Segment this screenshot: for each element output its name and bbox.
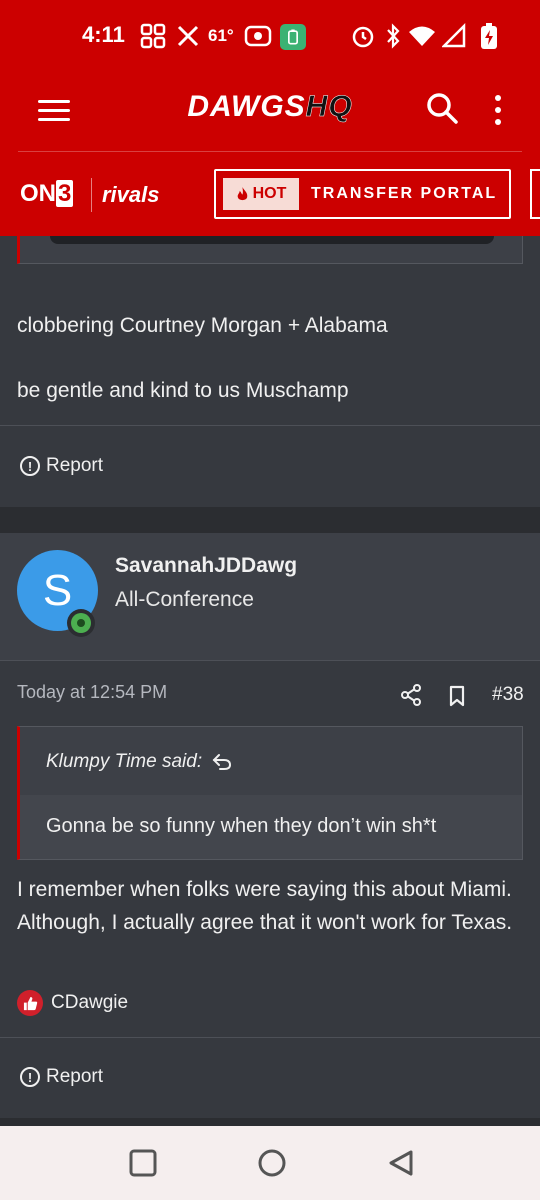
- system-nav-bar: [0, 1126, 540, 1200]
- online-status-icon: [67, 609, 95, 637]
- transfer-portal-button[interactable]: HOT TRANSFER PORTAL: [214, 169, 511, 219]
- quote-header[interactable]: Klumpy Time said:: [46, 751, 232, 773]
- post-number[interactable]: #38: [492, 684, 524, 706]
- alert-circle-icon: !: [20, 1067, 40, 1087]
- post-user-block: S SavannahJDDawg All-Conference: [0, 533, 540, 660]
- flame-icon: [237, 186, 247, 200]
- post-body: I remember when folks were saying this a…: [17, 878, 513, 934]
- wifi-icon: [409, 26, 435, 46]
- battery-charging-icon: [481, 23, 497, 49]
- post-separator: [0, 507, 540, 533]
- post-date[interactable]: Today at 12:54 PM: [17, 682, 167, 703]
- alert-circle-icon: !: [20, 456, 40, 476]
- back-icon[interactable]: [386, 1148, 416, 1178]
- on3-prefix: ON: [20, 180, 56, 207]
- partner-separator: [91, 178, 92, 212]
- logo-text: DAWGS: [187, 90, 306, 123]
- report-label: Report: [46, 455, 104, 476]
- more-vert-icon[interactable]: [486, 88, 510, 132]
- home-icon[interactable]: [257, 1148, 287, 1178]
- quote-block: Klumpy Time said: Gonna be so funny when…: [17, 726, 523, 860]
- report-label: Report: [46, 1066, 104, 1087]
- bluetooth-icon: [387, 23, 400, 49]
- x-logo-icon: [177, 25, 199, 47]
- grid-apps-icon: [140, 23, 166, 49]
- user-title: All-Conference: [115, 588, 254, 611]
- recents-icon[interactable]: [128, 1148, 158, 1178]
- jump-to-quote-icon[interactable]: [212, 753, 232, 771]
- app-header: DAWGSHQ: [0, 72, 540, 152]
- reaction-summary[interactable]: CDawgie: [17, 990, 128, 1016]
- hot-label: HOT: [252, 185, 287, 202]
- post-separator: [0, 1118, 540, 1126]
- reaction-user: CDawgie: [51, 992, 129, 1013]
- alarm-icon: [352, 26, 374, 48]
- share-icon[interactable]: [400, 684, 422, 706]
- rivals-logo[interactable]: rivals: [102, 182, 160, 208]
- report-link[interactable]: ! Report: [20, 455, 103, 477]
- divider: [0, 425, 540, 426]
- post-body-line: clobbering Courtney Morgan + Alabama: [17, 314, 388, 337]
- like-icon: [17, 990, 43, 1016]
- divider: [0, 660, 540, 661]
- status-temperature: 61°: [208, 26, 234, 45]
- post-body-line: be gentle and kind to us Muschamp: [17, 379, 349, 402]
- logo-accent: HQ: [305, 90, 353, 124]
- transfer-portal-label: TRANSFER PORTAL: [311, 185, 498, 202]
- embedded-media: [50, 236, 494, 244]
- hot-badge: HOT: [223, 178, 299, 210]
- radio-icon: [244, 25, 272, 47]
- embedded-quote-remnant: [17, 236, 523, 264]
- battery-saver-icon: [280, 24, 306, 50]
- partner-bar: ON3 rivals HOT TRANSFER PORTAL: [0, 152, 540, 236]
- username[interactable]: SavannahJDDawg: [115, 554, 297, 578]
- signal-icon: [442, 22, 466, 48]
- status-bar: 4:11 61°: [0, 0, 540, 72]
- bookmark-icon[interactable]: [448, 685, 466, 707]
- on3-suffix: 3: [56, 180, 74, 207]
- status-time: 4:11: [82, 22, 125, 47]
- next-partner-button[interactable]: [530, 169, 540, 219]
- quote-text: Gonna be so funny when they don’t win sh…: [46, 815, 437, 837]
- report-link[interactable]: ! Report: [20, 1066, 103, 1088]
- on3-logo[interactable]: ON3: [20, 180, 74, 208]
- search-icon[interactable]: [424, 88, 460, 128]
- divider: [0, 1037, 540, 1038]
- quote-author: Klumpy Time said:: [46, 751, 203, 772]
